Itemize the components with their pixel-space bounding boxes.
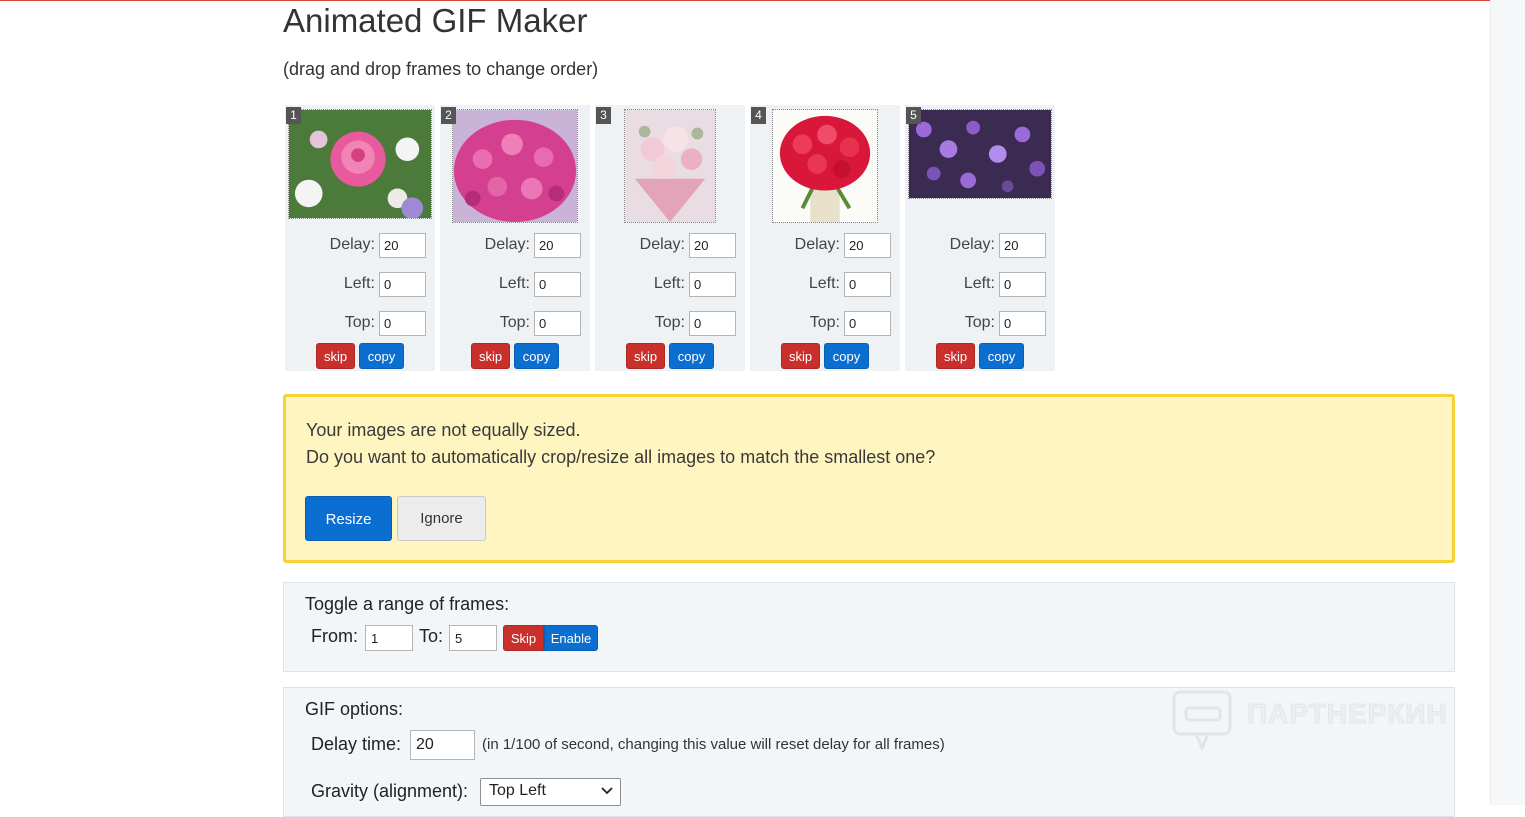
delay-label: Delay: bbox=[949, 236, 995, 253]
copy-button[interactable]: copy bbox=[514, 343, 559, 369]
frame-number: 1 bbox=[286, 107, 301, 124]
copy-button[interactable]: copy bbox=[669, 343, 714, 369]
to-label: To: bbox=[419, 626, 444, 646]
left-input[interactable] bbox=[534, 272, 581, 297]
watermark-text: ПАРТНЕРКИН bbox=[1247, 698, 1448, 730]
top-label: Top: bbox=[809, 314, 840, 331]
toggle-range-panel: Toggle a range of frames: From: To: Skip… bbox=[283, 582, 1455, 672]
gravity-label: Gravity (alignment): bbox=[311, 781, 469, 801]
watermark: ПАРТНЕРКИН bbox=[1172, 688, 1482, 752]
frame-number: 2 bbox=[441, 107, 456, 124]
gif-options-title: GIF options: bbox=[305, 699, 404, 719]
alert-message: Your images are not equally sized. Do yo… bbox=[306, 417, 935, 471]
top-input[interactable] bbox=[534, 311, 581, 336]
left-label: Left: bbox=[498, 275, 530, 292]
chevron-down-icon bbox=[601, 787, 613, 795]
skip-button[interactable]: skip bbox=[471, 343, 510, 369]
delay-input[interactable] bbox=[689, 233, 736, 258]
frame-number: 4 bbox=[751, 107, 766, 124]
top-label: Top: bbox=[654, 314, 685, 331]
range-skip-button[interactable]: Skip bbox=[503, 625, 544, 651]
left-label: Left: bbox=[963, 275, 995, 292]
resize-button[interactable]: Resize bbox=[305, 496, 392, 541]
frame-thumbnail[interactable] bbox=[772, 109, 878, 223]
delay-label: Delay: bbox=[329, 236, 375, 253]
frame-number: 5 bbox=[906, 107, 921, 124]
alert-line-1: Your images are not equally sized. bbox=[306, 420, 581, 440]
frame-thumbnail[interactable] bbox=[288, 109, 432, 219]
copy-button[interactable]: copy bbox=[824, 343, 869, 369]
top-label: Top: bbox=[499, 314, 530, 331]
delay-time-note: (in 1/100 of second, changing this value… bbox=[482, 736, 945, 753]
gravity-select[interactable]: Top Left bbox=[480, 778, 621, 806]
skip-button[interactable]: skip bbox=[936, 343, 975, 369]
purple-flower-image bbox=[909, 110, 1051, 198]
copy-button[interactable]: copy bbox=[359, 343, 404, 369]
red-rose-image bbox=[773, 110, 877, 222]
page-scrollbar[interactable] bbox=[1490, 0, 1525, 805]
from-input[interactable] bbox=[365, 625, 413, 651]
frame-card[interactable]: 1 Delay: Left: bbox=[285, 105, 435, 371]
page-subtitle: (drag and drop frames to change order) bbox=[283, 59, 599, 79]
frame-thumbnail[interactable] bbox=[624, 109, 716, 223]
delay-label: Delay: bbox=[794, 236, 840, 253]
pastel-rose-image bbox=[625, 110, 715, 222]
copy-button[interactable]: copy bbox=[979, 343, 1024, 369]
frame-number: 3 bbox=[596, 107, 611, 124]
range-enable-button[interactable]: Enable bbox=[544, 625, 598, 651]
frame-card[interactable]: 2 Delay: Left: bbox=[440, 105, 590, 371]
pink-flower-ball-image bbox=[453, 110, 577, 222]
frame-thumbnail[interactable] bbox=[908, 109, 1052, 199]
left-input[interactable] bbox=[844, 272, 891, 297]
delay-label: Delay: bbox=[639, 236, 685, 253]
left-label: Left: bbox=[653, 275, 685, 292]
alert-line-2: Do you want to automatically crop/resize… bbox=[306, 447, 936, 467]
left-input[interactable] bbox=[379, 272, 426, 297]
delay-time-input[interactable] bbox=[410, 730, 475, 760]
watermark-logo-icon bbox=[1172, 690, 1232, 752]
top-label: Top: bbox=[964, 314, 995, 331]
left-label: Left: bbox=[343, 275, 375, 292]
top-accent-line bbox=[0, 0, 1525, 1]
from-label: From: bbox=[311, 626, 358, 646]
resize-alert: Your images are not equally sized. Do yo… bbox=[283, 394, 1455, 563]
top-input[interactable] bbox=[379, 311, 426, 336]
skip-button[interactable]: skip bbox=[781, 343, 820, 369]
delay-input[interactable] bbox=[379, 233, 426, 258]
delay-input[interactable] bbox=[534, 233, 581, 258]
skip-button[interactable]: skip bbox=[316, 343, 355, 369]
ignore-button[interactable]: Ignore bbox=[397, 496, 486, 541]
delay-label: Delay: bbox=[484, 236, 530, 253]
top-label: Top: bbox=[344, 314, 375, 331]
top-input[interactable] bbox=[689, 311, 736, 336]
pink-rose-image bbox=[289, 110, 431, 218]
delay-input[interactable] bbox=[999, 233, 1046, 258]
left-input[interactable] bbox=[689, 272, 736, 297]
frame-card[interactable]: 5 Delay: Lef bbox=[905, 105, 1055, 371]
delay-input[interactable] bbox=[844, 233, 891, 258]
frame-card[interactable]: 4 Delay: Left: bbox=[750, 105, 900, 371]
delay-time-label: Delay time: bbox=[311, 734, 402, 754]
gravity-selected-value: Top Left bbox=[489, 782, 546, 799]
page-title: Animated GIF Maker bbox=[283, 2, 588, 39]
frame-card[interactable]: 3 Delay: Left: bbox=[595, 105, 745, 371]
frame-thumbnail[interactable] bbox=[452, 109, 578, 223]
toggle-range-title: Toggle a range of frames: bbox=[305, 594, 510, 614]
left-input[interactable] bbox=[999, 272, 1046, 297]
top-input[interactable] bbox=[844, 311, 891, 336]
skip-button[interactable]: skip bbox=[626, 343, 665, 369]
to-input[interactable] bbox=[449, 625, 497, 651]
left-label: Left: bbox=[808, 275, 840, 292]
top-input[interactable] bbox=[999, 311, 1046, 336]
